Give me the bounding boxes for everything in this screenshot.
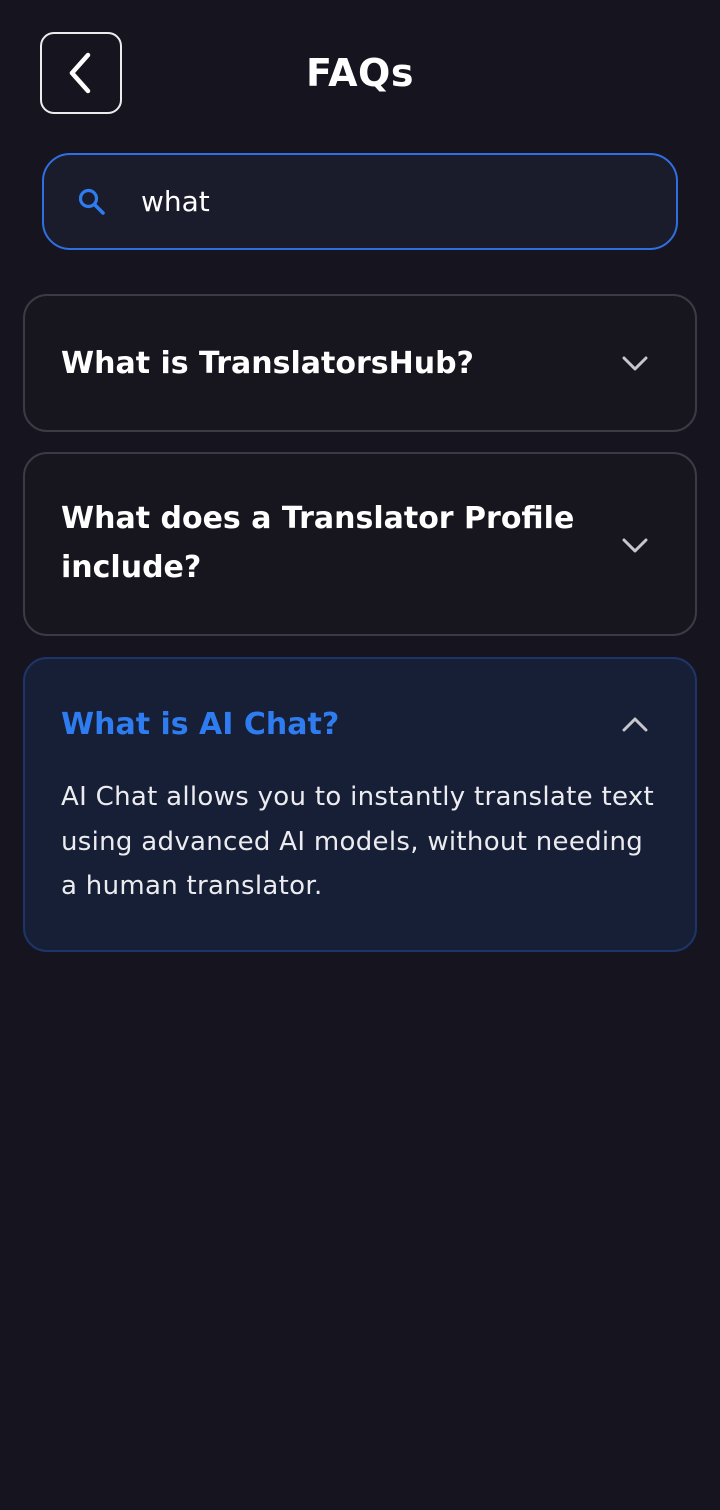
chevron-down-icon	[621, 531, 649, 559]
faq-item[interactable]: What does a Translator Profile include?	[23, 452, 697, 636]
search-input[interactable]	[141, 185, 621, 218]
chevron-up-icon	[621, 711, 649, 739]
chevron-down-icon	[621, 349, 649, 377]
page-title: FAQs	[306, 51, 414, 95]
search-icon	[77, 187, 107, 217]
search-bar[interactable]	[42, 153, 678, 250]
faq-answer: AI Chat allows you to instantly translat…	[61, 782, 654, 901]
faq-question: What is TranslatorsHub?	[61, 346, 474, 381]
faq-item-expanded[interactable]: What is AI Chat? AI Chat allows you to i…	[23, 657, 697, 952]
faq-question: What is AI Chat?	[61, 707, 340, 742]
faq-item[interactable]: What is TranslatorsHub?	[23, 294, 697, 432]
faq-question: What does a Translator Profile include?	[61, 501, 575, 585]
